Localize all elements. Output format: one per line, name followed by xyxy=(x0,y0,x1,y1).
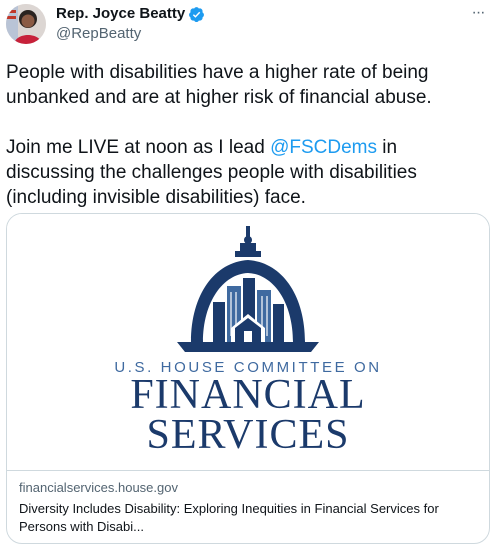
author-name-row: Rep. Joyce Beatty xyxy=(56,4,205,24)
author-avatar[interactable] xyxy=(6,4,46,44)
card-info: financialservices.house.gov Diversity In… xyxy=(19,479,479,536)
more-horizontal-icon: ··· xyxy=(471,4,486,21)
author-display-name[interactable]: Rep. Joyce Beatty xyxy=(56,4,185,24)
avatar-photo-icon xyxy=(6,4,46,44)
capitol-dome-logo-icon xyxy=(177,226,319,352)
card-title: Diversity Includes Disability: Exploring… xyxy=(19,501,439,534)
author-handle[interactable]: @RepBeatty xyxy=(56,24,141,44)
card-domain: financialservices.house.gov xyxy=(19,480,178,495)
more-options-button[interactable]: ··· xyxy=(465,2,491,24)
card-image: U.S. HOUSE COMMITTEE ON FINANCIAL SERVIC… xyxy=(7,214,489,471)
tweet: Rep. Joyce Beatty @RepBeatty ··· People … xyxy=(0,0,495,550)
link-preview-card[interactable]: U.S. HOUSE COMMITTEE ON FINANCIAL SERVIC… xyxy=(6,213,490,544)
tweet-paragraph-2: Join me LIVE at noon as I lead @FSCDems … xyxy=(6,135,486,210)
mention-link[interactable]: @FSCDems xyxy=(270,137,377,158)
logo-title-line-2: SERVICES xyxy=(146,412,350,458)
logo-title-line-1: FINANCIAL xyxy=(130,372,366,418)
tweet-text: People with disabilities have a higher r… xyxy=(6,60,486,210)
verified-badge-icon xyxy=(188,6,205,23)
tweet-text-segment: Join me LIVE at noon as I lead xyxy=(6,137,271,158)
tweet-paragraph-1: People with disabilities have a higher r… xyxy=(6,62,432,108)
